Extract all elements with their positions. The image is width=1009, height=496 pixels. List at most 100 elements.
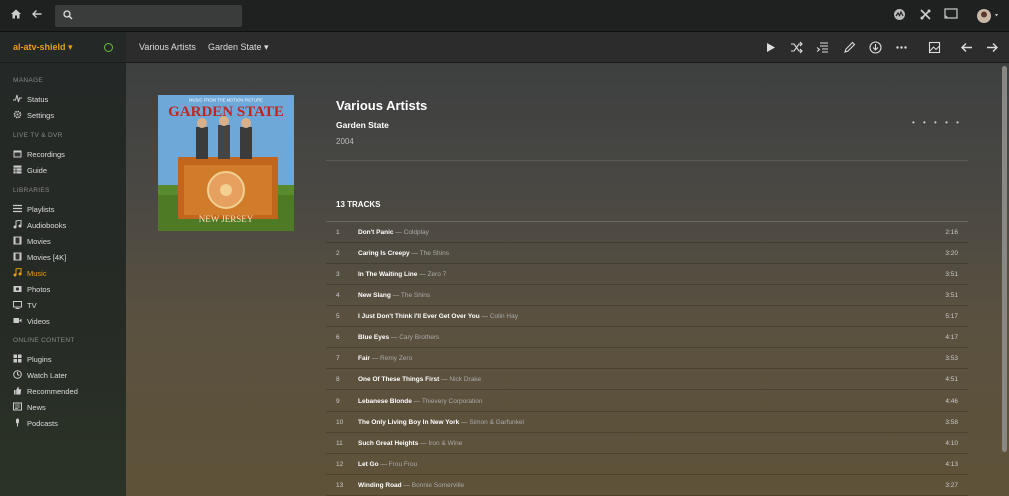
- search-bar[interactable]: [55, 5, 242, 27]
- sidebar-item-status[interactable]: Status: [13, 93, 123, 107]
- track-title: I Just Don't Think I'll Ever Get Over Yo…: [358, 313, 480, 321]
- track-artist[interactable]: Thievery Corporation: [422, 398, 483, 405]
- track-number: 8: [336, 376, 340, 384]
- tv-icon: [13, 301, 22, 309]
- track-title-line[interactable]: Winding Road — Bonnie Somerville: [358, 482, 464, 489]
- rating-dots[interactable]: • • • • •: [912, 118, 962, 127]
- track-artist[interactable]: Bonnie Somerville: [412, 482, 464, 489]
- tools-icon[interactable]: [917, 8, 933, 24]
- sidebar-item-movies-4k[interactable]: Movies [4K]: [13, 251, 123, 265]
- microphone-icon: [16, 418, 19, 427]
- track-title: The Only Living Boy In New York: [358, 418, 460, 426]
- edit-icon[interactable]: [843, 41, 856, 54]
- track-row[interactable]: 13 Winding Road — Bonnie Somerville 3:27: [326, 475, 968, 496]
- track-separator: —: [390, 292, 401, 300]
- track-title-line[interactable]: In The Waiting Line — Zero 7: [358, 271, 446, 278]
- album-artist[interactable]: Various Artists: [336, 98, 427, 113]
- sidebar-item-label: Music: [27, 269, 47, 278]
- track-row[interactable]: 11 Such Great Heights — Iron & Wine 4:10: [326, 433, 968, 454]
- breadcrumb-album[interactable]: Garden State ▾: [208, 42, 269, 53]
- track-title-line[interactable]: Such Great Heights — Iron & Wine: [358, 440, 462, 447]
- track-row[interactable]: 7 Fair — Remy Zero 3:53: [326, 348, 968, 370]
- track-row[interactable]: 9 Lebanese Blonde — Thievery Corporation 4…: [326, 391, 968, 412]
- cast-icon[interactable]: [943, 8, 959, 24]
- sidebar-item-plugins[interactable]: Plugins: [13, 353, 123, 367]
- track-artist[interactable]: Frou Frou: [389, 461, 418, 468]
- list-icon: [13, 204, 22, 213]
- track-artist[interactable]: Zero 7: [427, 271, 446, 278]
- track-title-line[interactable]: The Only Living Boy In New York — Simon …: [358, 419, 524, 426]
- track-artist[interactable]: Cary Brothers: [399, 334, 439, 341]
- track-title-line[interactable]: Lebanese Blonde — Thievery Corporation: [358, 398, 483, 405]
- track-artist[interactable]: The Shins: [420, 250, 449, 257]
- sidebar-item-playlists[interactable]: Playlists: [13, 203, 123, 217]
- track-title-line[interactable]: Blue Eyes — Cary Brothers: [358, 334, 439, 341]
- server-name[interactable]: al-atv-shield ▾: [13, 42, 73, 53]
- track-row[interactable]: 3 In The Waiting Line — Zero 7 3:51: [326, 264, 968, 286]
- track-title-line[interactable]: Caring Is Creepy — The Shins: [358, 250, 449, 257]
- track-artist[interactable]: Remy Zero: [380, 355, 412, 362]
- sidebar-item-recordings[interactable]: Recordings: [13, 148, 123, 162]
- server-selector[interactable]: al-atv-shield ▾: [0, 32, 126, 63]
- sidebar-item-news[interactable]: News: [13, 401, 123, 415]
- sidebar-item-recommended[interactable]: Recommended: [13, 385, 123, 399]
- play-icon[interactable]: [764, 41, 777, 54]
- search-input[interactable]: [81, 8, 231, 24]
- track-artist[interactable]: Nick Drake: [449, 376, 481, 383]
- track-row[interactable]: 2 Caring Is Creepy — The Shins 3:20: [326, 243, 968, 265]
- sidebar-item-videos[interactable]: Videos: [13, 315, 123, 329]
- sidebar-item-movies[interactable]: Movies: [13, 235, 123, 249]
- sidebar-item-audiobooks[interactable]: Audiobooks: [13, 219, 123, 233]
- scrollbar[interactable]: [1002, 66, 1007, 452]
- sidebar-item-label: Recordings: [27, 150, 65, 159]
- shuffle-icon[interactable]: [790, 41, 803, 54]
- track-title-line[interactable]: One Of These Things First — Nick Drake: [358, 376, 481, 383]
- track-artist[interactable]: The Shins: [401, 292, 430, 299]
- newspaper-icon: [13, 402, 22, 411]
- track-row[interactable]: 1 Don't Panic — Coldplay 2:16: [326, 222, 968, 243]
- download-icon[interactable]: [869, 41, 882, 54]
- track-row[interactable]: 5 I Just Don't Think I'll Ever Get Over Y…: [326, 306, 968, 328]
- track-title-line[interactable]: New Slang — The Shins: [358, 292, 430, 299]
- track-artist[interactable]: Colin Hay: [490, 313, 518, 320]
- track-title-line[interactable]: Don't Panic — Coldplay: [358, 229, 429, 236]
- track-row[interactable]: 6 Blue Eyes — Cary Brothers 4:17: [326, 327, 968, 349]
- sidebar-item-label: Playlists: [27, 205, 55, 214]
- sidebar-item-music[interactable]: Music: [13, 267, 123, 281]
- sidebar-item-settings[interactable]: Settings: [13, 109, 123, 123]
- sidebar-item-label: Plugins: [27, 355, 52, 364]
- sidebar-item-guide[interactable]: Guide: [13, 164, 123, 178]
- track-title: Blue Eyes: [358, 334, 390, 342]
- add-to-queue-icon[interactable]: [816, 41, 829, 54]
- sidebar-item-photos[interactable]: Photos: [13, 283, 123, 297]
- sidebar-item-tv[interactable]: TV: [13, 299, 123, 313]
- track-artist[interactable]: Coldplay: [404, 229, 429, 236]
- user-avatar[interactable]: [976, 8, 1000, 24]
- track-row[interactable]: 10 The Only Living Boy In New York — Simo…: [326, 412, 968, 433]
- track-row[interactable]: 8 One Of These Things First — Nick Drake 4…: [326, 369, 968, 391]
- activity-icon[interactable]: [891, 8, 907, 24]
- album-cover[interactable]: MUSIC FROM THE MOTION PICTURE GARDEN STA…: [158, 95, 294, 231]
- home-icon[interactable]: [8, 8, 24, 24]
- background-art-icon[interactable]: [928, 41, 941, 54]
- next-arrow-icon[interactable]: [986, 41, 999, 54]
- track-artist[interactable]: Simon & Garfunkel: [469, 419, 524, 426]
- sidebar-item-watch-later[interactable]: Watch Later: [13, 369, 123, 383]
- track-title: One Of These Things First: [358, 376, 440, 384]
- track-title-line[interactable]: I Just Don't Think I'll Ever Get Over Yo…: [358, 313, 518, 320]
- previous-arrow-icon[interactable]: [960, 41, 973, 54]
- sidebar-item-podcasts[interactable]: Podcasts: [13, 417, 123, 431]
- sidebar-item-label: TV: [27, 301, 37, 310]
- back-arrow-icon[interactable]: [29, 8, 45, 24]
- track-row[interactable]: 4 New Slang — The Shins 3:51: [326, 285, 968, 307]
- track-number: 13: [336, 481, 344, 489]
- more-options-icon[interactable]: [895, 41, 908, 54]
- track-title-line[interactable]: Fair — Remy Zero: [358, 355, 412, 362]
- track-duration: 3:51: [945, 292, 958, 300]
- track-artist[interactable]: Iron & Wine: [428, 440, 462, 447]
- track-separator: —: [439, 376, 450, 384]
- track-number: 11: [336, 439, 343, 447]
- track-row[interactable]: 12 Let Go — Frou Frou 4:13: [326, 454, 968, 475]
- track-title-line[interactable]: Let Go — Frou Frou: [358, 461, 417, 468]
- breadcrumb-artist[interactable]: Various Artists: [139, 42, 196, 52]
